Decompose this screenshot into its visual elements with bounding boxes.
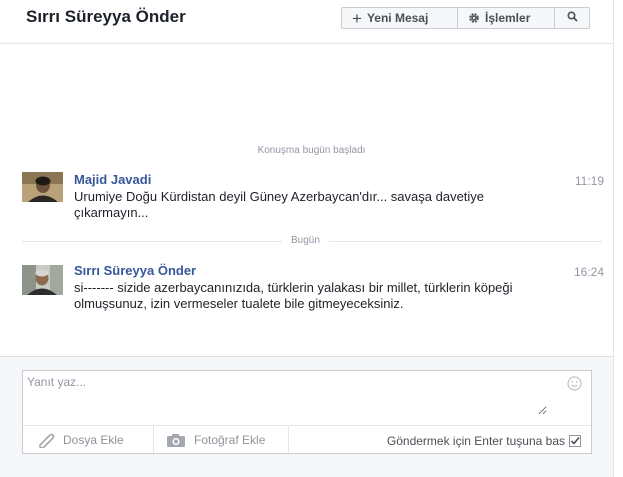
message-sender[interactable]: Sırrı Süreyya Önder (74, 263, 196, 278)
avatar[interactable] (22, 172, 63, 202)
plus-icon: + (352, 8, 362, 28)
message-text: Urumiye Doğu Kürdistan deyil Güney Azerb… (74, 189, 485, 220)
paperclip-icon (35, 432, 55, 448)
camera-icon (166, 433, 186, 448)
add-file-button[interactable]: Dosya Ekle (23, 425, 154, 455)
today-divider-label: Bugün (282, 235, 329, 246)
enter-to-send-option[interactable]: Göndermek için Enter tuşuna bas (387, 426, 581, 455)
actions-label: İşlemler (485, 11, 531, 25)
message-sender[interactable]: Majid Javadi (74, 172, 151, 187)
enter-to-send-label: Göndermek için Enter tuşuna bas (386, 433, 565, 448)
reply-composer: Dosya Ekle Fotoğraf Ekle Göndermek için … (22, 370, 592, 455)
message-text: si------- sizide azerbaycanınızıda, türk… (74, 280, 513, 311)
new-message-label: Yeni Mesaj (366, 11, 429, 25)
avatar[interactable] (22, 265, 63, 295)
reply-input[interactable] (27, 375, 547, 415)
search-icon (566, 11, 578, 25)
new-message-button[interactable]: + Yeni Mesaj (341, 7, 458, 29)
enter-to-send-checkbox[interactable] (569, 434, 581, 447)
search-button[interactable] (555, 7, 590, 29)
message-time: 11:19 (574, 174, 604, 188)
add-file-label: Dosya Ekle (63, 433, 124, 447)
add-photo-label: Fotoğraf Ekle (194, 433, 266, 447)
gear-icon (468, 12, 480, 24)
emoji-icon[interactable] (567, 376, 582, 396)
conversation-header: Sırrı Süreyya Önder + Yeni Mesaj İşlemle… (0, 0, 613, 44)
message-time: 16:24 (573, 265, 604, 279)
add-photo-button[interactable]: Fotoğraf Ekle (154, 425, 289, 455)
window-frame-edge (613, 0, 623, 477)
conversation-started-label: Konuşma bugün başladı (257, 145, 366, 156)
conversation-title: Sırrı Süreyya Önder (26, 7, 186, 26)
composer-toolbar: Dosya Ekle Fotoğraf Ekle Göndermek için … (23, 425, 591, 455)
actions-button[interactable]: İşlemler (458, 7, 555, 29)
header-button-group: + Yeni Mesaj İşlemler (341, 7, 590, 29)
